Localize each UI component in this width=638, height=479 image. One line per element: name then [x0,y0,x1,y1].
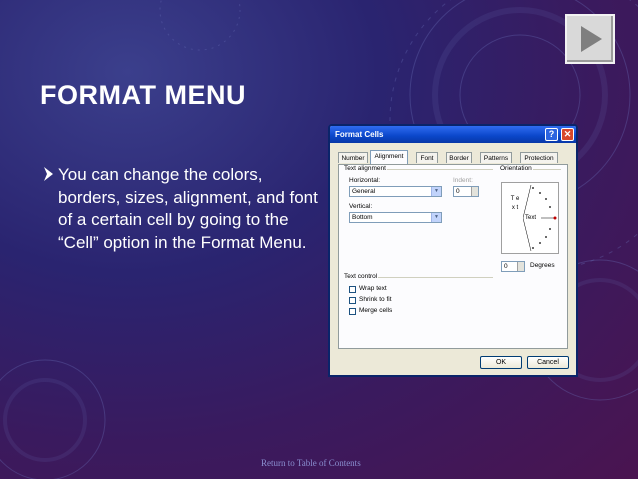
shrink-to-fit-label: Shrink to fit [359,296,392,303]
tab-font[interactable]: Font [416,152,438,163]
arrow-bullet-icon [44,167,53,181]
shrink-to-fit-checkbox[interactable] [349,297,356,304]
vertical-select[interactable]: Bottom ▼ [349,212,442,223]
cancel-button[interactable]: Cancel [527,356,569,369]
wrap-text-checkbox[interactable] [349,286,356,293]
indent-spinner[interactable]: 0 [453,186,479,197]
merge-cells-checkbox[interactable] [349,308,356,315]
merge-cells-label: Merge cells [359,307,393,314]
spin-arrows-icon[interactable] [471,187,478,196]
table-of-contents-link[interactable]: Return to Table of Contents [261,458,361,468]
chevron-down-icon[interactable]: ▼ [431,213,441,222]
horizontal-label: Horizontal: [349,177,381,184]
degrees-label: Degrees [530,262,555,269]
indent-value: 0 [456,188,460,195]
next-slide-button[interactable] [565,14,615,64]
dialog-titlebar: Format Cells ? ✕ [330,126,576,143]
slide-title: FORMAT MENU [40,80,246,110]
indent-label: Indent: [453,177,473,184]
tab-border[interactable]: Border [446,152,472,163]
vertical-value: Bottom [352,214,373,221]
play-triangle-icon [581,26,602,52]
format-cells-dialog: Format Cells ? ✕ Number Alignment Font B… [328,124,578,377]
degrees-value: 0 [504,263,508,270]
horizontal-value: General [352,188,376,195]
tab-number[interactable]: Number [338,152,368,163]
horizontal-select[interactable]: General ▼ [349,186,442,197]
vertical-label: Vertical: [349,203,373,210]
wrap-text-label: Wrap text [359,285,387,292]
spin-arrows-icon[interactable] [517,262,524,271]
degrees-spinner[interactable]: 0 [501,261,525,272]
chevron-down-icon[interactable]: ▼ [431,187,441,196]
vertical-text-option[interactable]: T e x t [509,195,521,213]
alignment-panel: Text alignment Horizontal: General ▼ Ind… [338,164,568,349]
text-alignment-label: Text alignment [343,165,387,172]
help-button[interactable]: ? [545,128,558,141]
tab-patterns[interactable]: Patterns [480,152,512,163]
tab-alignment[interactable]: Alignment [370,150,408,164]
dialog-title: Format Cells [335,130,384,139]
tab-protection[interactable]: Protection [520,152,558,163]
text-control-label: Text control [343,273,379,280]
orientation-label: Orientation [499,165,533,172]
close-button[interactable]: ✕ [561,128,574,141]
orientation-dial-label: Text [525,215,537,221]
bullet-text: You can change the colors, borders, size… [58,165,318,252]
ok-button[interactable]: OK [480,356,522,369]
bullet-point: You can change the colors, borders, size… [42,164,322,254]
